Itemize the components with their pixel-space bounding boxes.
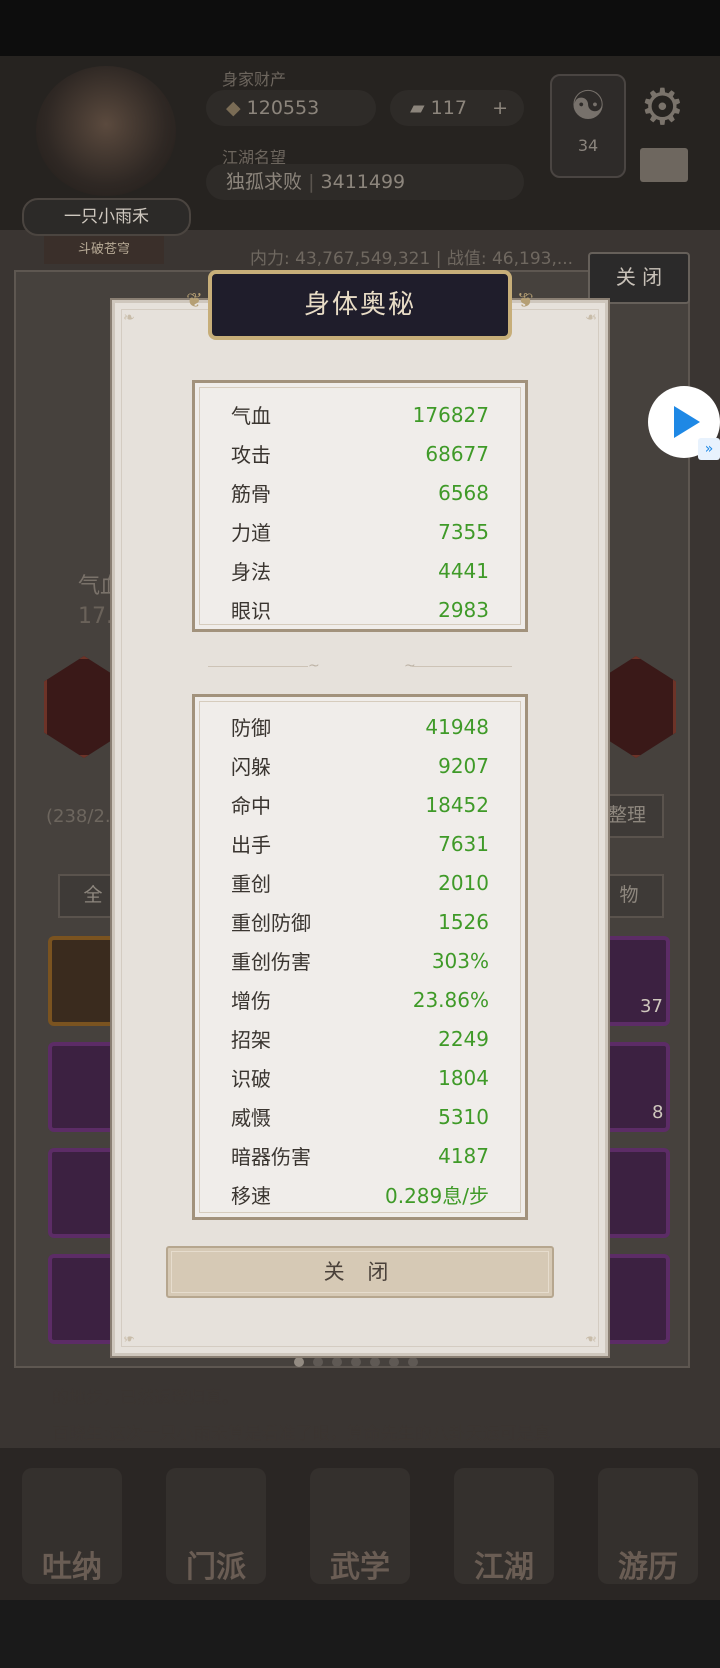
gem-value: 117 xyxy=(430,97,467,119)
gem-counter: ▰ 117 + xyxy=(390,90,524,126)
stat-value: 68677 xyxy=(425,441,489,466)
gold-icon: ◆ xyxy=(226,97,241,119)
taiji-icon: ☯ xyxy=(570,83,606,129)
corner-ornament: ❧ xyxy=(123,310,135,326)
status-bar xyxy=(0,0,720,56)
stat-value: 7631 xyxy=(438,831,489,856)
slot-count: 37 xyxy=(640,996,663,1017)
stat-label: 威慑 xyxy=(231,1106,271,1130)
power-stats: 内力: 43,767,549,321 | 战值: 46,193,... xyxy=(250,249,574,269)
stat-label: 重创伤害 xyxy=(231,950,311,974)
stat-row: 重创防御 1526 xyxy=(195,902,525,941)
secondary-stats-panel: 防御 41948 闪躲 9207 命中 18452 出手 7631 重创 2010 重创防御 1526… xyxy=(192,694,528,1220)
primary-stats-panel: 气血 176827 攻击 68677 筋骨 6568 力道 7355 身法 4441 眼识 2983 xyxy=(192,380,528,632)
stat-value: 176827 xyxy=(412,402,489,427)
stat-row: 攻击 68677 xyxy=(195,434,525,473)
stat-row: 命中 18452 xyxy=(195,785,525,824)
assets-label: 身家财产 xyxy=(222,70,287,89)
panel-close-button[interactable]: 关 闭 xyxy=(588,252,690,304)
stat-label: 防御 xyxy=(231,716,271,740)
stat-label: 重创 xyxy=(231,872,271,896)
stat-row: 防御 41948 xyxy=(195,707,525,746)
stat-value: 9207 xyxy=(438,753,489,778)
stat-label: 移速 xyxy=(231,1184,271,1208)
stat-row: 闪躲 9207 xyxy=(195,746,525,785)
corner-ornament: ❧ xyxy=(123,1330,135,1346)
stat-value: 41948 xyxy=(425,714,489,739)
stat-value: 7355 xyxy=(438,519,489,544)
corner-ornament: ❧ xyxy=(585,310,597,326)
stat-value: 303% xyxy=(431,948,489,973)
section-divider: ~ ~ xyxy=(200,658,520,674)
story-text: 的地步，已然返璞归真。 百晓生:这次一只小雨禾算是看准了眼，算命先生的八卦天运可… xyxy=(52,1388,551,1444)
bag-count: (238/2... xyxy=(46,806,123,827)
fame-value: 3411499 xyxy=(320,171,406,193)
stat-label: 重创防御 xyxy=(231,911,311,935)
stat-row: 增伤 23.86% xyxy=(195,980,525,1019)
stat-label: 闪躲 xyxy=(231,755,271,779)
gear-icon[interactable]: ⚙ xyxy=(640,78,685,136)
stat-value: 18452 xyxy=(425,792,489,817)
stat-value: 2249 xyxy=(438,1026,489,1051)
stat-value: 5310 xyxy=(438,1104,489,1129)
stat-row: 招架 2249 xyxy=(195,1019,525,1058)
stat-value: 1804 xyxy=(438,1065,489,1090)
stat-row: 力道 7355 xyxy=(195,512,525,551)
stat-value: 1526 xyxy=(438,909,489,934)
dialog-title-banner: 身体奥秘 xyxy=(186,270,512,340)
stat-label: 招架 xyxy=(231,1028,271,1052)
stat-value: 6568 xyxy=(438,480,489,505)
stat-row: 暗器伤害 4187 xyxy=(195,1136,525,1175)
slot-count: 8 xyxy=(652,1102,664,1123)
stat-row: 重创 2010 xyxy=(195,863,525,902)
stat-row: 身法 4441 xyxy=(195,551,525,590)
player-name: 一只小雨禾 xyxy=(22,198,191,236)
stat-label: 身法 xyxy=(231,560,271,584)
nav-sect[interactable]: 门派 xyxy=(166,1468,266,1585)
stat-label: 出手 xyxy=(231,833,271,857)
stat-value: 0.289息/步 xyxy=(385,1184,489,1208)
nav-jianghu[interactable]: 江湖 xyxy=(454,1468,554,1585)
gem-icon: ▰ xyxy=(410,97,425,119)
player-avatar[interactable] xyxy=(36,66,176,196)
stat-label: 眼识 xyxy=(231,599,271,623)
stat-label: 增伤 xyxy=(231,989,271,1013)
fame-counter: 独孤求败 | 3411499 xyxy=(206,164,524,200)
fast-forward-icon[interactable]: » xyxy=(698,438,720,460)
gold-value: 120553 xyxy=(246,97,320,119)
stat-value: 4441 xyxy=(438,558,489,583)
player-rank-badge: 斗破苍穹 xyxy=(44,236,164,264)
stat-value: 2010 xyxy=(438,870,489,895)
stat-row: 筋骨 6568 xyxy=(195,473,525,512)
nav-travel[interactable]: 游历 xyxy=(598,1468,698,1585)
stat-value: 2983 xyxy=(438,597,489,622)
corner-ornament: ❧ xyxy=(585,1330,597,1346)
stat-row: 威慑 5310 xyxy=(195,1097,525,1136)
stat-label: 暗器伤害 xyxy=(231,1145,311,1169)
stat-label: 攻击 xyxy=(231,443,271,467)
nav-martial-arts[interactable]: 武学 xyxy=(310,1468,410,1585)
nav-breathing[interactable]: 吐纳 xyxy=(22,1468,122,1585)
mail-icon[interactable] xyxy=(640,148,688,182)
close-button[interactable]: 关 闭 xyxy=(166,1246,554,1298)
stat-label: 命中 xyxy=(231,794,271,818)
stat-row: 眼识 2983 xyxy=(195,590,525,629)
stat-label: 气血 xyxy=(231,404,271,428)
taiji-level[interactable]: ☯ 34 xyxy=(550,74,626,178)
stat-label: 识破 xyxy=(231,1067,271,1091)
taiji-level-value: 34 xyxy=(577,136,599,155)
stat-label: 筋骨 xyxy=(231,482,271,506)
fame-title: 独孤求败 xyxy=(226,171,303,193)
stat-label: 力道 xyxy=(231,521,271,545)
gold-counter: ◆ 120553 xyxy=(206,90,376,126)
stat-value: 4187 xyxy=(438,1143,489,1168)
dialog-title: 身体奥秘 xyxy=(303,290,416,320)
stat-value: 23.86% xyxy=(412,987,489,1012)
stat-row: 移速 0.289息/步 xyxy=(195,1175,525,1214)
stat-row: 出手 7631 xyxy=(195,824,525,863)
stat-row: 识破 1804 xyxy=(195,1058,525,1097)
add-gems-button[interactable]: + xyxy=(492,90,508,126)
stat-row: 气血 176827 xyxy=(195,395,525,434)
stat-row: 重创伤害 303% xyxy=(195,941,525,980)
